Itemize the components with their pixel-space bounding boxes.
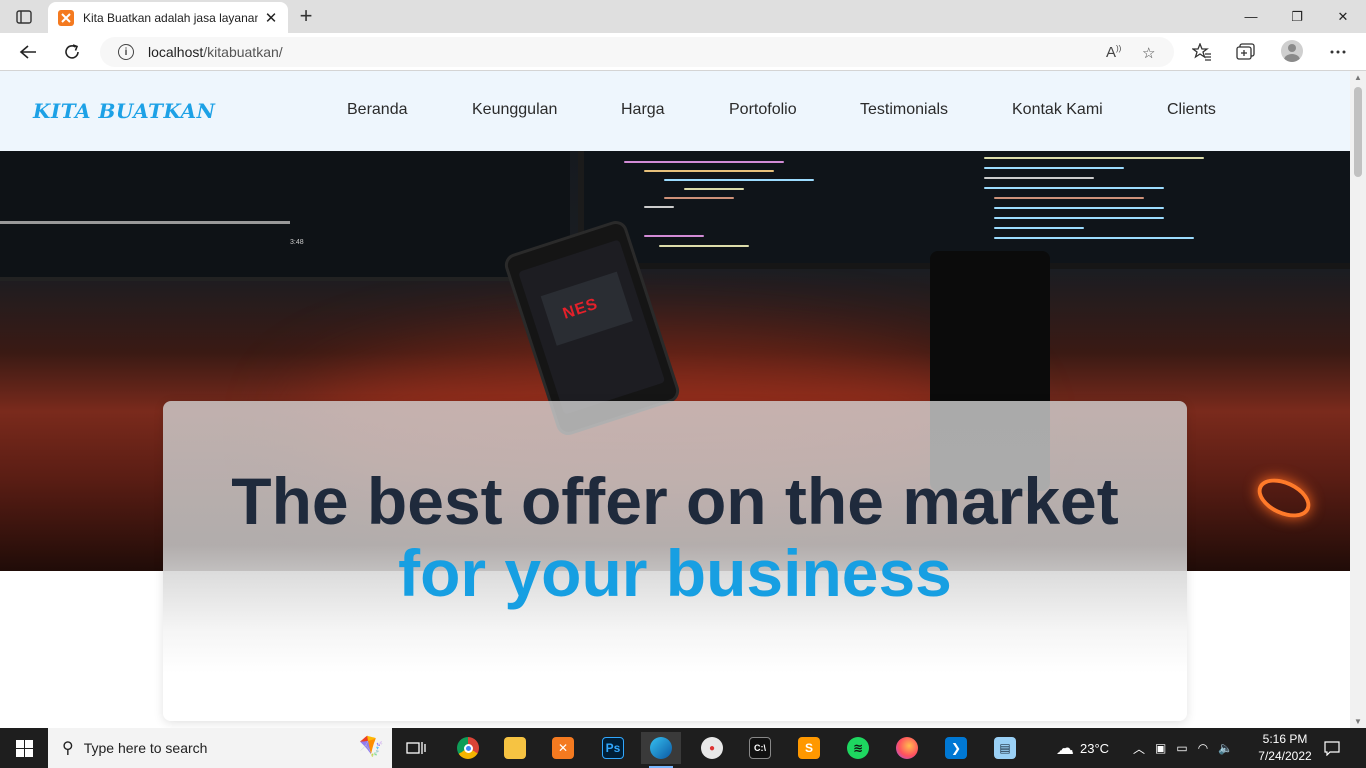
- volume-icon[interactable]: 🔈: [1218, 741, 1233, 755]
- new-tab-button[interactable]: +: [294, 3, 318, 28]
- nav-beranda[interactable]: Beranda: [347, 101, 408, 119]
- site-navbar: KITA BUATKAN Beranda Keunggulan Harga Po…: [0, 71, 1350, 151]
- url-path: /kitabuatkan/: [203, 44, 283, 60]
- phone-art-text: NES: [560, 295, 601, 323]
- taskbar-sublime[interactable]: S: [789, 732, 829, 764]
- xampp-favicon-icon: [58, 9, 74, 26]
- read-aloud-icon[interactable]: A)): [1106, 44, 1121, 61]
- tab-title: Kita Buatkan adalah jasa layanan: [83, 10, 258, 25]
- taskbar-xampp[interactable]: ✕: [543, 732, 583, 764]
- nav-kontak-kami[interactable]: Kontak Kami: [1012, 101, 1103, 119]
- search-placeholder: Type here to search: [83, 740, 208, 756]
- favorites-icon[interactable]: [1191, 41, 1213, 63]
- page-viewport: KITA BUATKAN Beranda Keunggulan Harga Po…: [0, 71, 1350, 728]
- edge-icon: [650, 737, 672, 759]
- spotify-icon: ≋: [847, 737, 869, 759]
- hero-headline: The best offer on the market: [231, 464, 1119, 538]
- profile-icon[interactable]: [1281, 40, 1303, 62]
- search-icon: ⚲: [62, 740, 74, 757]
- taskbar-photoshop[interactable]: Ps: [593, 732, 633, 764]
- notification-icon: [1324, 741, 1340, 756]
- nav-harga[interactable]: Harga: [621, 101, 665, 119]
- battery-icon[interactable]: ▭: [1176, 741, 1187, 755]
- taskbar-vscode[interactable]: ❯: [936, 732, 976, 764]
- taskbar-chrome[interactable]: [448, 732, 488, 764]
- chrome-icon: [457, 737, 479, 759]
- xampp-icon: ✕: [552, 737, 574, 759]
- windows-taskbar: ⚲ Type here to search 🪁 ✕ Ps ● C:\ S ≋ ❯…: [0, 728, 1366, 768]
- nav-keunggulan[interactable]: Keunggulan: [472, 101, 557, 119]
- back-icon: [19, 45, 36, 59]
- hero-card: The best offer on the market for your bu…: [163, 401, 1187, 721]
- clock-time: 5:16 PM: [1262, 732, 1308, 746]
- url-host: localhost: [148, 44, 204, 60]
- notification-button[interactable]: [1324, 728, 1340, 768]
- wifi-icon[interactable]: ◠: [1198, 741, 1208, 755]
- more-icon[interactable]: [1327, 41, 1349, 63]
- weather-widget[interactable]: ☁ 23°C: [1056, 728, 1109, 768]
- taskbar-spotify[interactable]: ≋: [838, 732, 878, 764]
- system-tray: ︿ ▣ ▭ ◠ 🔈: [1133, 728, 1233, 768]
- task-view-icon: [406, 742, 426, 754]
- url-text: localhost/kitabuatkan/: [148, 44, 283, 60]
- start-button[interactable]: [0, 728, 48, 768]
- cloud-icon: ☁: [1056, 737, 1074, 758]
- vscode-icon: ❯: [945, 737, 967, 759]
- back-button[interactable]: [14, 39, 42, 65]
- terminal-icon: C:\: [749, 737, 771, 759]
- tab-actions-button[interactable]: [10, 6, 38, 28]
- clock-date: 7/24/2022: [1258, 749, 1312, 763]
- paint-icon: ●: [701, 737, 723, 759]
- nav-portofolio[interactable]: Portofolio: [729, 101, 797, 119]
- nav-testimonials[interactable]: Testimonials: [860, 101, 948, 119]
- scrollbar-thumb[interactable]: [1354, 87, 1362, 177]
- refresh-button[interactable]: [58, 39, 86, 65]
- browser-tab-bar: Kita Buatkan adalah jasa layanan ✕ + — ❐…: [0, 0, 1366, 33]
- taskbar-clock[interactable]: 5:16 PM 7/24/2022: [1250, 731, 1320, 765]
- taskbar-file-explorer[interactable]: [495, 732, 535, 764]
- address-toolbar: i localhost/kitabuatkan/ A)) ☆: [0, 33, 1366, 71]
- folder-icon: [504, 737, 526, 759]
- maximize-button[interactable]: ❐: [1274, 0, 1320, 33]
- tab-actions-icon: [16, 10, 32, 24]
- search-highlight-icon: 🪁: [359, 736, 384, 758]
- task-view-button[interactable]: [396, 732, 436, 764]
- hero-subheadline: for your business: [398, 536, 952, 610]
- page-scrollbar[interactable]: ▲ ▼: [1350, 71, 1366, 728]
- add-favorite-icon[interactable]: ☆: [1142, 44, 1155, 62]
- orange-lamp: [1251, 470, 1317, 526]
- refresh-icon: [65, 44, 79, 59]
- nav-clients[interactable]: Clients: [1167, 101, 1216, 119]
- taskbar-edge[interactable]: [641, 732, 681, 768]
- browser-tab[interactable]: Kita Buatkan adalah jasa layanan ✕: [48, 2, 288, 33]
- address-bar[interactable]: i localhost/kitabuatkan/ A)) ☆: [100, 37, 1174, 67]
- tab-close-icon[interactable]: ✕: [262, 9, 280, 27]
- collections-icon[interactable]: [1235, 41, 1257, 63]
- windows-logo-icon: [15, 739, 33, 757]
- minimize-button[interactable]: —: [1228, 0, 1274, 33]
- taskbar-paint[interactable]: ●: [692, 732, 732, 764]
- photoshop-icon: Ps: [602, 737, 624, 759]
- left-monitor: 3:48: [0, 151, 570, 281]
- taskbar-notepad[interactable]: ▤: [985, 732, 1025, 764]
- tray-chevron-up-icon[interactable]: ︿: [1133, 740, 1145, 757]
- firefox-icon: [896, 737, 918, 759]
- notepad-icon: ▤: [994, 737, 1016, 759]
- weather-temp: 23°C: [1080, 740, 1110, 756]
- scroll-down-icon[interactable]: ▼: [1354, 717, 1362, 726]
- scroll-up-icon[interactable]: ▲: [1354, 73, 1362, 82]
- close-window-button[interactable]: ✕: [1320, 0, 1366, 33]
- taskbar-firefox[interactable]: [887, 732, 927, 764]
- sublime-text-icon: S: [798, 737, 820, 759]
- info-icon[interactable]: i: [118, 44, 134, 60]
- meet-now-icon[interactable]: ▣: [1155, 741, 1166, 755]
- taskbar-terminal[interactable]: C:\: [740, 732, 780, 764]
- site-logo[interactable]: KITA BUATKAN: [33, 99, 215, 123]
- taskbar-search[interactable]: ⚲ Type here to search 🪁: [48, 728, 392, 768]
